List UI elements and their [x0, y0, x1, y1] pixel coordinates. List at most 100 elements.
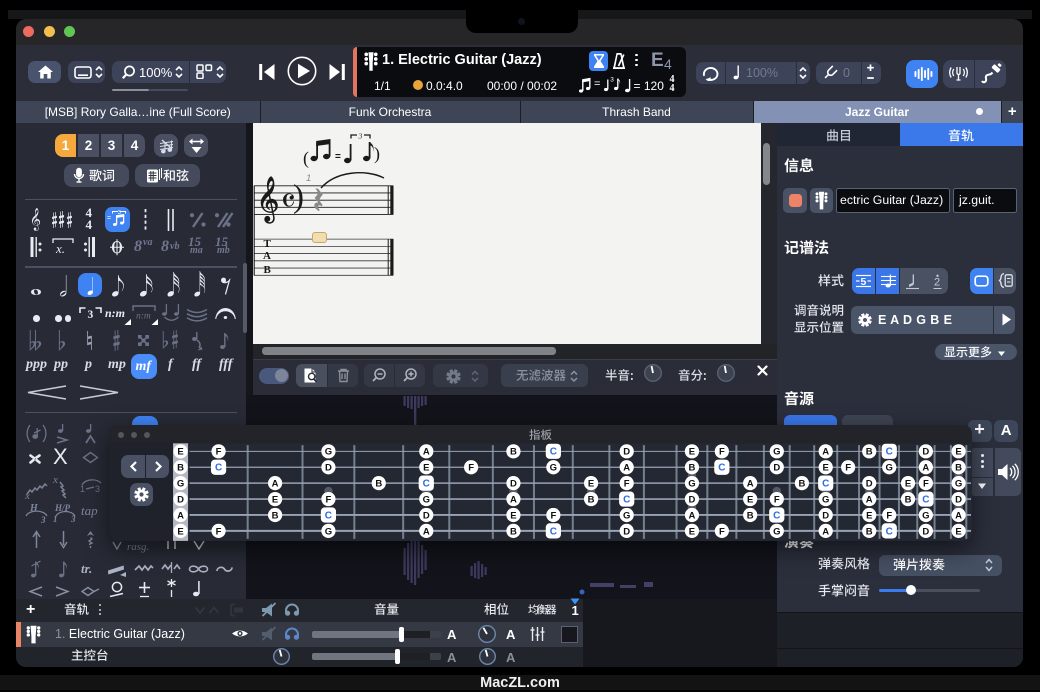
svg-text:E: E [271, 495, 277, 506]
svg-text:C: C [422, 479, 429, 490]
svg-text:B: B [509, 527, 516, 538]
svg-text:F: F [623, 479, 629, 490]
svg-text:G: G [688, 479, 695, 490]
svg-text:G: G [549, 463, 556, 474]
svg-text:B: B [955, 463, 962, 474]
svg-text:G: G [885, 463, 892, 474]
svg-text:D: D [324, 463, 331, 474]
svg-text:E: E [955, 527, 961, 538]
svg-text:E: E [177, 527, 183, 538]
svg-text:A: A [422, 447, 429, 458]
svg-text:G: G [176, 479, 183, 490]
svg-text:C: C [885, 527, 892, 538]
svg-text:3: 3 [610, 77, 614, 84]
svg-text:C: C [324, 511, 331, 522]
svg-text:E: E [177, 447, 183, 458]
svg-text:A: A [271, 479, 278, 490]
svg-text:A: A [177, 511, 184, 522]
svg-text:F: F [922, 479, 928, 490]
svg-text:A: A [822, 527, 829, 538]
svg-text:E: E [822, 463, 828, 474]
svg-text:C: C [214, 463, 221, 474]
svg-text:B: B [688, 463, 695, 474]
svg-text:E: E [866, 511, 872, 522]
svg-text:B: B [509, 447, 516, 458]
svg-text:D: D [623, 527, 630, 538]
svg-text:1: 1 [80, 484, 85, 493]
svg-text:G: G [954, 479, 961, 490]
svg-text:D: D [509, 479, 516, 490]
svg-text:F: F [550, 511, 556, 522]
svg-text:C: C [885, 447, 892, 458]
svg-text:F: F [886, 511, 892, 522]
svg-text:=: = [107, 215, 111, 222]
svg-text:G: G [324, 527, 331, 538]
svg-text:E: E [688, 447, 694, 458]
svg-text:E: E [510, 511, 516, 522]
svg-text:D: D [623, 447, 630, 458]
svg-text:x: x [52, 474, 58, 486]
svg-text:C: C [718, 463, 725, 474]
svg-text:3: 3 [95, 484, 100, 493]
svg-text:B: B [375, 479, 382, 490]
svg-text:G: G [324, 447, 331, 458]
svg-text:G: G [922, 511, 929, 522]
svg-text:C: C [922, 495, 929, 506]
svg-text:2: 2 [934, 276, 940, 288]
svg-text:A: A [509, 495, 516, 506]
svg-text:E: E [688, 527, 694, 538]
svg-text:G: G [623, 511, 630, 522]
svg-text:F: F [718, 447, 724, 458]
svg-text:5: 5 [861, 276, 867, 288]
svg-text:A: A [688, 511, 695, 522]
svg-text:C: C [822, 479, 829, 490]
svg-text:B: B [587, 495, 594, 506]
svg-text:F: F [773, 495, 779, 506]
svg-text:F: F [215, 527, 221, 538]
svg-text:n:m: n:m [136, 312, 151, 321]
svg-text:D: D [688, 495, 695, 506]
svg-text:A: A [865, 495, 872, 506]
svg-text:B: B [177, 463, 184, 474]
svg-text:x: x [24, 490, 30, 500]
svg-text:C: C [623, 495, 630, 506]
svg-text:F: F [468, 463, 474, 474]
svg-text:E: E [955, 447, 961, 458]
svg-text:D: D [177, 495, 184, 506]
svg-text:3: 3 [118, 210, 121, 216]
svg-text:3: 3 [70, 514, 76, 524]
svg-text:A: A [422, 527, 429, 538]
svg-text:G: G [822, 495, 829, 506]
svg-text:B: B [865, 447, 872, 458]
svg-text:D: D [773, 463, 780, 474]
svg-text:D: D [822, 511, 829, 522]
svg-text:B: B [798, 479, 805, 490]
svg-text:B: B [865, 527, 872, 538]
svg-text:E: E [904, 479, 910, 490]
svg-text:E: E [587, 479, 593, 490]
svg-text:E: E [746, 495, 752, 506]
svg-text:D: D [422, 511, 429, 522]
svg-text:3: 3 [88, 309, 94, 320]
svg-text:3: 3 [40, 515, 46, 524]
svg-text:1: 1 [53, 514, 58, 524]
svg-text:D: D [955, 495, 962, 506]
svg-text:G: G [773, 527, 780, 538]
svg-text:G: G [773, 447, 780, 458]
svg-text:x.: x. [55, 241, 65, 256]
svg-text:G: G [422, 495, 429, 506]
svg-text:F: F [718, 527, 724, 538]
svg-text:F: F [215, 447, 221, 458]
svg-text:F: F [325, 495, 331, 506]
svg-text:B: B [271, 511, 278, 522]
svg-text:D: D [922, 527, 929, 538]
svg-text:C: C [773, 511, 780, 522]
svg-text:E: E [423, 463, 429, 474]
svg-text:A: A [623, 463, 630, 474]
svg-text:D: D [865, 479, 872, 490]
svg-text:A: A [922, 463, 929, 474]
svg-text:F: F [845, 463, 851, 474]
svg-text:D: D [922, 447, 929, 458]
svg-text:A: A [822, 447, 829, 458]
svg-text:C: C [549, 447, 556, 458]
